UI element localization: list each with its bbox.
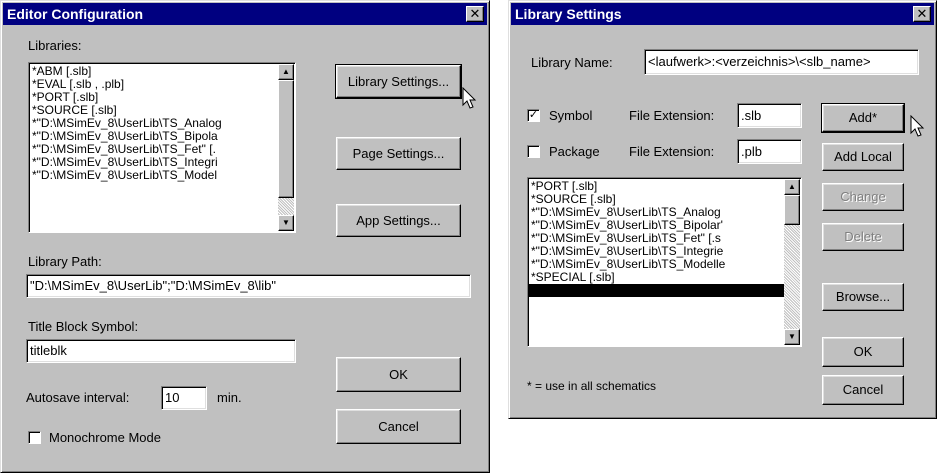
list-item[interactable]: *"D:\MSimEv_8\UserLib\TS_Analog [32, 117, 272, 130]
library-name-input[interactable]: <laufwerk>:<verzeichnis>\<slb_name> [644, 49, 919, 75]
close-icon: ✕ [916, 6, 928, 21]
mouse-pointer-icon [462, 87, 477, 109]
monochrome-label[interactable]: Monochrome Mode [49, 430, 161, 445]
list-item[interactable]: *"D:\MSimEv_8\UserLib\TS_Analog [531, 206, 787, 219]
list-item[interactable]: *"D:\MSimEv_8\UserLib\TS_Bipola [32, 130, 272, 143]
library-path-input[interactable]: "D:\MSimEv_8\UserLib";"D:\MSimEv_8\lib" [26, 274, 471, 298]
list-item[interactable]: *EVAL [.slb , .plb] [32, 78, 272, 91]
editor-title: Editor Configuration [7, 6, 144, 22]
list-item[interactable]: *SOURCE [.slb] [32, 104, 272, 117]
footnote-text: * = use in all schematics [527, 379, 657, 393]
autosave-input[interactable]: 10 [161, 386, 207, 410]
mouse-pointer-icon [910, 115, 925, 137]
library-settings-cancel-button[interactable]: Cancel [822, 375, 904, 405]
scroll-thumb[interactable] [784, 195, 800, 225]
page-settings-button[interactable]: Page Settings... [336, 137, 461, 170]
library-settings-title-bar[interactable]: Library Settings ✕ [511, 3, 934, 25]
editor-cancel-button[interactable]: Cancel [336, 409, 461, 444]
symbol-file-extension-label: File Extension: [629, 108, 715, 123]
selected-empty-list-item[interactable] [528, 284, 787, 297]
list-item[interactable]: *"D:\MSimEv_8\UserLib\TS_Modelle [531, 258, 787, 271]
package-file-extension-label: File Extension: [629, 144, 715, 159]
library-settings-list[interactable]: *PORT [.slb] *SOURCE [.slb] *"D:\MSimEv_8\… [527, 177, 802, 347]
symbol-extension-input[interactable]: .slb [737, 103, 802, 128]
change-button[interactable]: Change [822, 183, 904, 211]
list-item[interactable]: *"D:\MSimEv_8\UserLib\TS_Model [32, 169, 272, 182]
library-settings-dialog: Library Settings ✕ Library Name: <laufwe… [508, 0, 937, 419]
scroll-down-icon[interactable]: ▼ [784, 329, 800, 345]
editor-ok-button[interactable]: OK [336, 357, 461, 392]
browse-button[interactable]: Browse... [822, 283, 904, 311]
list-item[interactable]: *PORT [.slb] [32, 91, 272, 104]
scroll-down-icon[interactable]: ▼ [278, 215, 294, 231]
close-icon: ✕ [469, 6, 481, 21]
package-extension-input[interactable]: .plb [737, 139, 802, 164]
delete-button[interactable]: Delete [822, 223, 904, 251]
list-item[interactable]: *"D:\MSimEv_8\UserLib\TS_Integri [32, 156, 272, 169]
monochrome-checkbox[interactable] [28, 431, 41, 444]
library-settings-scrollbar[interactable]: ▲ ▼ [784, 179, 800, 345]
editor-title-bar[interactable]: Editor Configuration ✕ [3, 3, 487, 25]
scroll-up-icon[interactable]: ▲ [784, 179, 800, 195]
library-path-label: Library Path: [28, 254, 102, 269]
list-item[interactable]: *SOURCE [.slb] [531, 193, 787, 206]
list-item[interactable]: *"D:\MSimEv_8\UserLib\TS_Bipolar' [531, 219, 787, 232]
editor-configuration-dialog: Editor Configuration ✕ Libraries: *ABM [… [0, 0, 490, 473]
list-item[interactable]: *SPECIAL [.slb] [531, 271, 787, 284]
library-settings-button[interactable]: Library Settings... [335, 64, 462, 99]
autosave-unit: min. [217, 390, 242, 405]
list-item[interactable]: *"D:\MSimEv_8\UserLib\TS_Integrie [531, 245, 787, 258]
scroll-up-icon[interactable]: ▲ [278, 64, 294, 80]
app-settings-button[interactable]: App Settings... [336, 204, 461, 237]
library-settings-ok-button[interactable]: OK [822, 337, 904, 367]
title-block-label: Title Block Symbol: [28, 319, 139, 334]
library-name-label: Library Name: [531, 55, 613, 70]
editor-libraries-scrollbar[interactable]: ▲ ▼ [278, 64, 294, 231]
autosave-label: Autosave interval: [26, 390, 130, 405]
editor-libraries-list[interactable]: *ABM [.slb] *EVAL [.slb , .plb] *PORT [.sl… [28, 62, 296, 233]
list-item[interactable]: *PORT [.slb] [531, 180, 787, 193]
package-label[interactable]: Package [549, 144, 600, 159]
add-button[interactable]: Add* [821, 103, 905, 133]
editor-close-button[interactable]: ✕ [466, 6, 484, 22]
scroll-thumb[interactable] [278, 80, 294, 198]
symbol-label[interactable]: Symbol [549, 108, 592, 123]
list-item[interactable]: *ABM [.slb] [32, 65, 272, 78]
package-checkbox[interactable] [527, 145, 540, 158]
add-local-button[interactable]: Add Local [822, 143, 904, 171]
library-settings-title: Library Settings [515, 6, 622, 22]
symbol-checkbox[interactable]: ✓ [527, 109, 540, 122]
list-item[interactable]: *"D:\MSimEv_8\UserLib\TS_Fet" [.s [531, 232, 787, 245]
library-settings-close-button[interactable]: ✕ [913, 6, 931, 22]
libraries-label: Libraries: [28, 38, 82, 53]
title-block-input[interactable]: titleblk [26, 339, 296, 363]
list-item[interactable]: *"D:\MSimEv_8\UserLib\TS_Fet" [. [32, 143, 272, 156]
